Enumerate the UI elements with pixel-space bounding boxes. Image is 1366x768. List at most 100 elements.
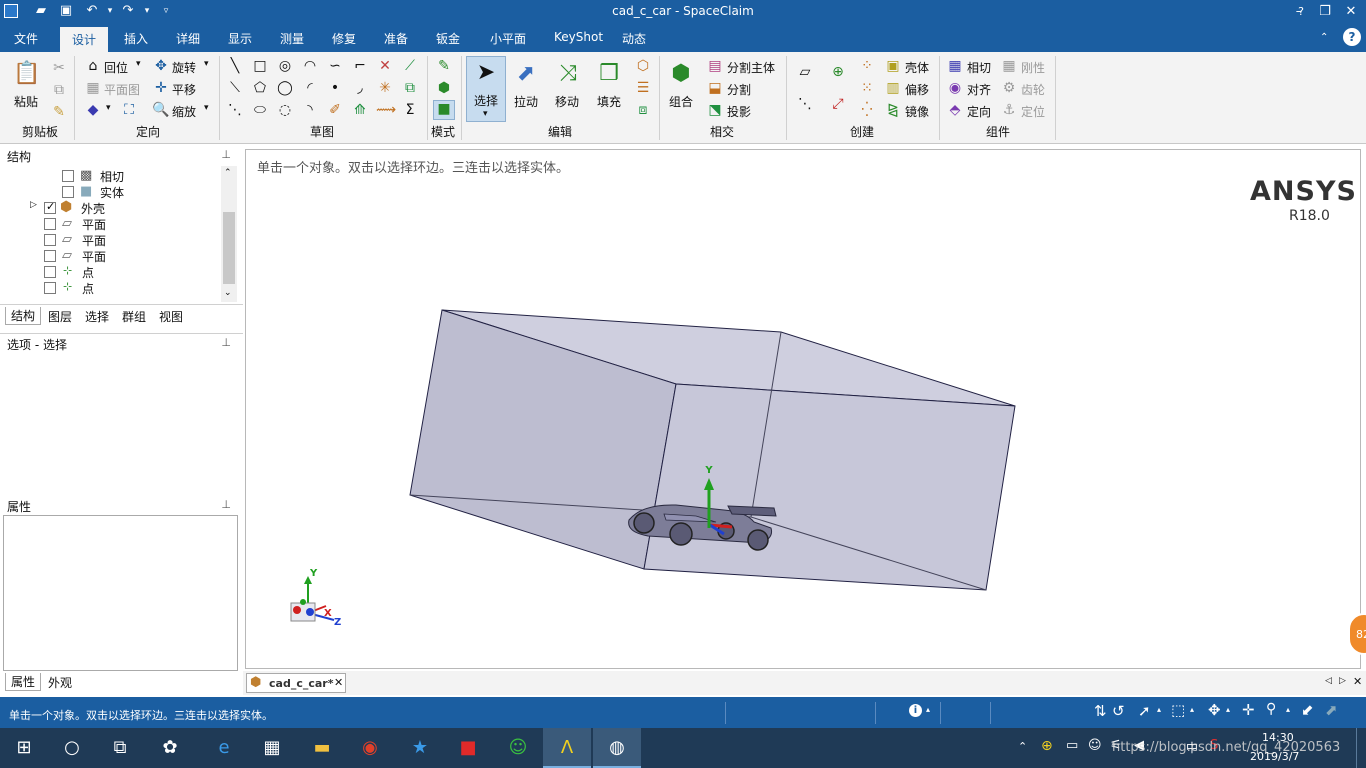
gear-icon[interactable]: ⚙ [1000,80,1018,96]
expand-icon[interactable]: ▷ [30,200,37,210]
replace-face-icon[interactable]: ⧈ [634,102,652,118]
fill-icon[interactable]: ❒ [594,60,624,88]
previous-view-icon[interactable]: ⬋ [1301,701,1314,719]
ansys-taskbar-icon[interactable]: Λ [543,728,591,768]
zoom-status-dropdown-icon[interactable]: ▴ [1286,705,1290,714]
tree-row[interactable]: ⊹ 点 [44,264,214,280]
pin-icon[interactable]: ⊥ [221,498,231,511]
undo-select-icon[interactable]: ↺ [1112,702,1125,720]
menu-measure[interactable]: 测量 [276,30,308,50]
collapse-ribbon-icon[interactable]: ⌃ [1320,32,1328,43]
move-icon[interactable]: ⤨ [553,60,583,88]
rigid-button[interactable]: 刚性 [1021,59,1045,76]
orient-button[interactable]: 定向 [967,103,991,120]
point-tool-icon[interactable]: • [326,80,344,96]
plane-create-icon[interactable]: ▱ [796,64,814,80]
corner-tool-icon[interactable]: ⌐ [351,58,369,74]
pin-icon[interactable]: ⊥ [221,336,231,349]
project-curve-icon[interactable]: ⟰ [351,102,369,118]
visibility-checkbox[interactable] [44,282,56,294]
scrollbar-thumb[interactable] [223,212,235,284]
app-star-icon[interactable]: ★ [396,728,444,768]
origin-create-icon[interactable]: ⊕ [829,64,847,80]
menu-file[interactable]: 文件 [10,30,42,50]
copy-icon[interactable]: ⧉ [50,82,68,98]
fill-button[interactable]: 填充 [597,93,621,110]
tab-views[interactable]: 视图 [154,308,188,325]
next-view-icon[interactable]: ⬈ [1325,701,1338,719]
menu-keyshot[interactable]: KeyShot [550,30,607,50]
circular-pattern-icon[interactable]: ⁙ [858,80,876,96]
split-body-button[interactable]: 分割主体 [727,59,775,76]
app-pinwheel-icon[interactable]: ✿ [146,728,194,768]
three-point-arc-icon[interactable]: ◝ [301,102,319,118]
point-create-icon[interactable]: ⤢ [829,96,847,112]
rotate-dropdown-icon[interactable]: ▾ [204,59,209,69]
fill-pattern-icon[interactable]: ⁛ [858,102,876,118]
visibility-checkbox[interactable] [62,170,74,182]
show-desktop-button[interactable] [1356,728,1366,768]
paste-button[interactable]: 粘贴 [14,93,38,110]
mirror-icon[interactable]: ⧎ [884,102,902,118]
axis-create-icon[interactable]: ⋱ [796,96,814,112]
float-badge[interactable]: 82 [1348,613,1366,655]
split-button[interactable]: 分割 [727,81,751,98]
3d-mode-icon[interactable]: ■ [433,100,455,120]
spline-tool-icon[interactable]: ∽ [326,58,344,74]
shell-button[interactable]: 壳体 [905,59,929,76]
properties-grid[interactable] [3,515,238,671]
trim-tool-icon[interactable]: ✕ [376,58,394,74]
sweep-arc-icon[interactable]: ◞ [351,80,369,96]
tab-groups[interactable]: 群组 [117,308,151,325]
select-tool-button[interactable]: ➤ 选择 ▾ [466,56,506,122]
visibility-checkbox[interactable] [44,266,56,278]
wechat-tray-icon[interactable]: ☺ [1088,738,1102,753]
scroll-down-icon[interactable]: ⌄ [224,288,232,298]
close-document-icon[interactable]: ✕ [1353,675,1362,688]
menu-display[interactable]: 显示 [224,30,256,50]
pan-button[interactable]: 平移 [172,81,196,98]
menu-facets[interactable]: 小平面 [486,30,530,50]
extend-curve-icon[interactable]: ⟿ [376,102,396,118]
tray-plus-icon[interactable]: ⊕ [1041,738,1053,754]
tab-appearance[interactable]: 外观 [43,674,77,691]
select-mode-icon[interactable]: ➚ [1138,702,1151,720]
menu-insert[interactable]: 插入 [120,30,152,50]
format-painter-icon[interactable]: ✎ [50,104,68,120]
menu-prepare[interactable]: 准备 [380,30,412,50]
home-icon[interactable]: ⌂ [84,58,102,74]
wechat-icon[interactable]: ☺ [494,728,542,768]
equation-icon[interactable]: Σ [401,102,419,118]
tangent-button[interactable]: 相切 [967,59,991,76]
visibility-checkbox[interactable] [44,200,56,214]
plan-view-icon[interactable]: ▦ [84,80,102,96]
view-cube-icon[interactable]: ◆ [84,102,102,118]
section-mode-icon[interactable]: ⬢ [435,80,453,96]
arc-tool-icon[interactable]: ◠ [301,58,319,74]
rigid-icon[interactable]: ▦ [1000,58,1018,74]
tree-row[interactable]: ▱ 平面 [44,216,214,232]
shell-icon[interactable]: ▣ [884,58,902,74]
pin-icon[interactable]: ⊥ [221,148,231,161]
search-icon[interactable]: ○ [48,728,96,768]
orient-constraint-icon[interactable]: ⬘ [946,102,964,118]
tab-scroll-left-icon[interactable]: ◁ [1325,676,1332,686]
move-button[interactable]: 移动 [555,93,579,110]
tangent-arc-icon[interactable]: ◜ [301,80,319,96]
spaceclaim-taskbar-icon[interactable]: ◍ [593,728,641,768]
three-point-circle-icon[interactable]: ◌ [276,102,294,118]
face-curve-icon[interactable]: ✐ [326,102,344,118]
line-tool-icon[interactable]: ╲ [226,58,244,74]
split-curve-icon[interactable]: ✳ [376,80,394,96]
info-dropdown-icon[interactable]: ▴ [926,705,930,714]
zoom-status-icon[interactable]: ⚲ [1266,701,1276,717]
tab-properties[interactable]: 属性 [5,673,42,691]
file-explorer-icon[interactable]: ▬ [298,728,346,768]
scroll-up-icon[interactable]: ⌃ [224,168,232,178]
home-dropdown-icon[interactable]: ▾ [136,59,141,69]
tab-layers[interactable]: 图层 [43,308,77,325]
tab-structure[interactable]: 结构 [5,307,42,325]
rotate-icon[interactable]: ✥ [152,58,170,74]
help-icon[interactable]: ? [1343,28,1361,46]
info-icon[interactable]: i [909,704,922,717]
